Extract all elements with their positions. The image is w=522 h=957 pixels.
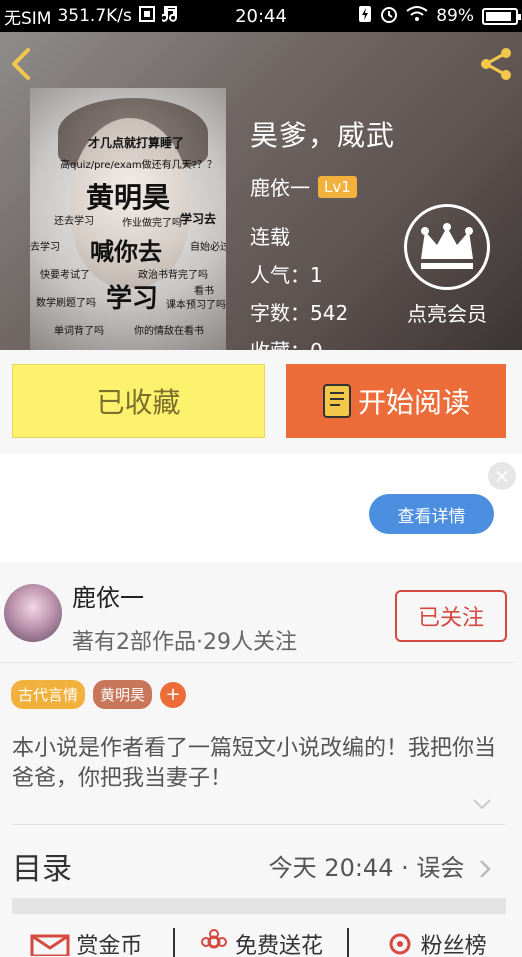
add-tag-button[interactable]: +	[160, 681, 187, 708]
book-cover[interactable]: 才几点就打算睡了 高quiz/pre/exam做还有几天?？？ 黄明昊 还去学习…	[30, 88, 226, 350]
reward-coins-label: 赏金币	[76, 934, 143, 957]
share-button[interactable]	[476, 46, 516, 82]
envelope-icon	[30, 934, 70, 956]
book-word-count: 字数：542	[250, 301, 349, 325]
battery-percent: 89%	[436, 6, 474, 26]
cover-text: 喊你去	[90, 238, 162, 266]
start-reading-button[interactable]: 开始阅读	[286, 364, 506, 438]
vip-label: 点亮会员	[407, 302, 487, 326]
share-icon	[481, 48, 511, 80]
battery-icon	[482, 7, 521, 25]
chevron-left-icon	[12, 48, 30, 80]
book-title: 昊爹，威武	[250, 119, 396, 152]
network-speed: 351.7K/s	[57, 6, 132, 26]
view-details-button[interactable]: 查看详情	[369, 494, 494, 534]
ad-banner: × 查看详情	[0, 454, 522, 562]
book-author[interactable]: 鹿依一	[250, 172, 310, 201]
book-popularity: 人气：1	[250, 263, 323, 287]
cover-text: 学习	[106, 284, 159, 314]
status-bar: 无SIM 351.7K/s 20:44 89%	[0, 0, 522, 32]
cover-text: 课本预习了吗	[166, 300, 226, 311]
cover-text: 黄明昊	[86, 181, 171, 214]
book-author-line: 鹿依一 Lv1	[250, 172, 357, 201]
music-icon	[159, 5, 178, 28]
tag-item[interactable]: 黄明昊	[93, 680, 153, 709]
start-reading-label: 开始阅读	[357, 386, 470, 419]
flower-icon	[201, 929, 227, 949]
wifi-icon	[406, 5, 428, 28]
back-button[interactable]	[6, 46, 36, 82]
author-stats: 著有2部作品·29人关注	[72, 630, 297, 655]
book-status: 连载	[250, 225, 290, 249]
author-name[interactable]: 鹿依一	[72, 578, 144, 613]
toc-latest-text: 今天 20:44 · 误会	[268, 854, 465, 882]
medal-icon	[389, 933, 411, 955]
cover-text: 你的情敌在看书	[134, 326, 204, 337]
screenshot-icon	[138, 5, 156, 28]
alarm-icon	[380, 5, 398, 28]
avatar[interactable]	[4, 584, 62, 642]
fan-ranking-tab[interactable]: 粉丝榜	[347, 928, 522, 957]
tag-list: 古代言情 黄明昊 +	[11, 680, 187, 709]
book-header: 才几点就打算睡了 高quiz/pre/exam做还有几天?？？ 黄明昊 还去学习…	[0, 32, 522, 350]
follow-button[interactable]: 已关注	[395, 590, 507, 642]
cover-text: 快要考试了	[40, 270, 90, 281]
cover-text: 自始必过	[190, 242, 226, 253]
cover-text: 还去学习	[54, 216, 94, 227]
fan-ranking-label: 粉丝榜	[420, 934, 487, 957]
cover-text: 去学习	[30, 242, 60, 253]
cover-text: 看书	[194, 286, 214, 297]
cover-text: 学习去	[180, 212, 217, 226]
free-flowers-tab[interactable]: 免费送花	[172, 928, 348, 957]
book-description: 本小说是作者看了一篇短文小说改编的！我把你当爸爸，你把我当妻子！	[12, 736, 497, 791]
action-row: 已收藏 开始阅读	[0, 350, 522, 454]
author-card: 鹿依一 著有2部作品·29人关注 已关注 古代言情 黄明昊 + 本小说是作者看了…	[0, 562, 522, 957]
chevron-down-icon[interactable]	[470, 796, 494, 814]
carrier-label: 无SIM	[4, 8, 52, 29]
battery-charging-icon	[358, 5, 372, 28]
book-favorites: 收藏：0	[250, 332, 348, 350]
battery-level	[486, 11, 511, 21]
chevron-right-icon	[480, 860, 491, 878]
divider	[12, 824, 506, 825]
toc-latest-chapter[interactable]: 今天 20:44 · 误会	[269, 848, 492, 883]
book-meta: 连载 人气：1 字数：542 收藏：0	[250, 218, 348, 350]
cover-text: 高quiz/pre/exam做还有几天?？？	[60, 160, 217, 171]
bottom-action-tabs: 赏金币 免费送花 粉丝榜	[0, 928, 522, 957]
ad-close-button[interactable]: ×	[488, 462, 516, 490]
free-flowers-label: 免费送花	[235, 934, 324, 957]
cover-text: 作业做完了吗	[122, 218, 182, 229]
collected-button[interactable]: 已收藏	[12, 364, 265, 438]
crown-icon	[421, 223, 473, 269]
toc-label[interactable]: 目录	[12, 844, 72, 888]
cover-text: 数学刷题了吗	[36, 298, 96, 309]
divider	[0, 662, 514, 663]
level-badge: Lv1	[318, 175, 357, 198]
cover-text: 单词背了吗	[54, 326, 104, 337]
book-icon	[322, 384, 351, 418]
section-separator	[12, 898, 506, 914]
cover-text: 才几点就打算睡了	[88, 136, 185, 150]
tag-item[interactable]: 古代言情	[11, 680, 86, 709]
vip-button[interactable]: 点亮会员	[402, 204, 492, 327]
reward-coins-tab[interactable]: 赏金币	[0, 928, 173, 957]
